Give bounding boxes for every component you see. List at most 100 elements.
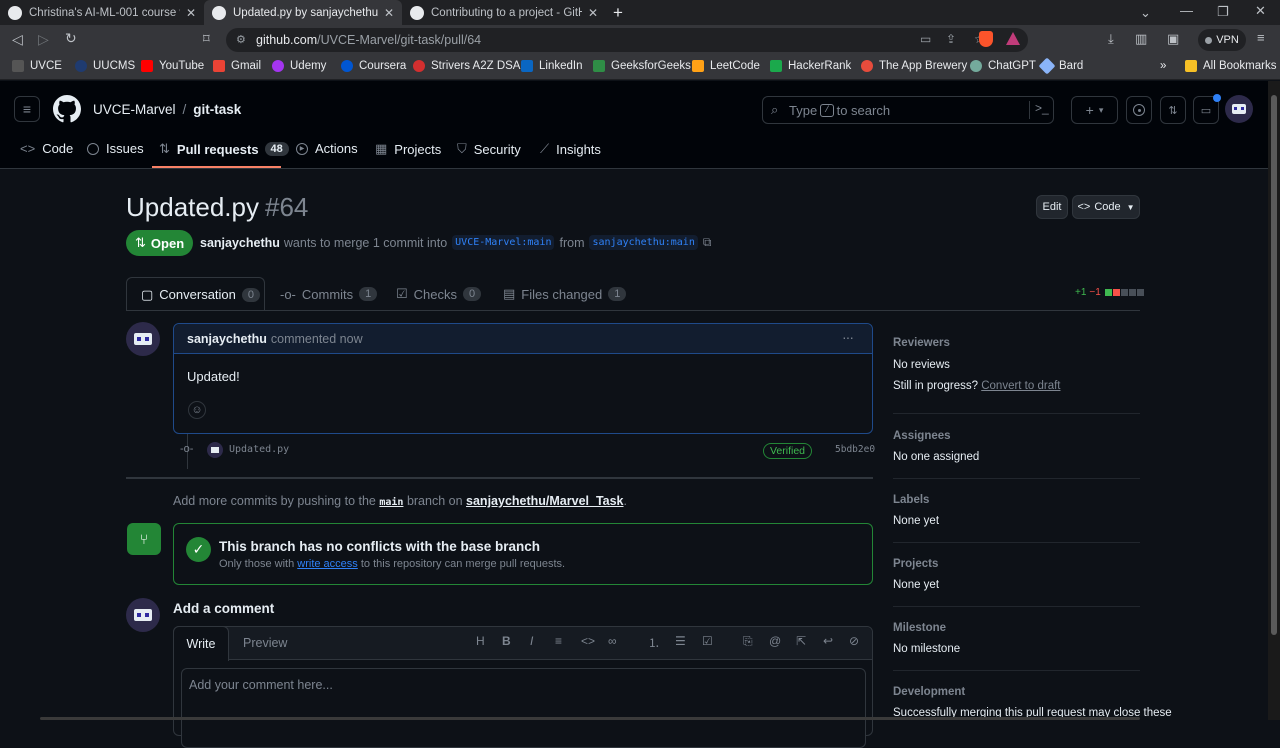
- browser-tab[interactable]: Christina's AI-ML-001 course work. | U ✕: [0, 0, 204, 25]
- menu-button[interactable]: ≡: [14, 96, 40, 122]
- brave-rewards-icon[interactable]: [1006, 32, 1020, 45]
- share-icon[interactable]: ⇪: [946, 32, 956, 46]
- code-icon[interactable]: <>: [581, 634, 595, 648]
- tab-projects[interactable]: ▦ Projects: [375, 141, 441, 157]
- heading-icon[interactable]: H: [476, 634, 485, 648]
- bookmark-youtube[interactable]: YouTube: [141, 60, 204, 72]
- wallet-icon[interactable]: ▣: [1167, 31, 1179, 47]
- tab-commits[interactable]: -o- Commits 1: [266, 277, 391, 311]
- owner-link[interactable]: UVCE-Marvel: [93, 102, 176, 117]
- page-scrollbar[interactable]: [1268, 81, 1280, 720]
- forward-icon[interactable]: ▷: [38, 31, 49, 48]
- issues-button[interactable]: [1126, 96, 1152, 124]
- tab-issues[interactable]: Issues: [87, 141, 144, 156]
- back-icon[interactable]: ◁: [12, 31, 23, 48]
- pull-requests-button[interactable]: ⇅: [1160, 96, 1186, 124]
- menu-icon[interactable]: ≡: [1257, 30, 1265, 45]
- all-bookmarks-button[interactable]: All Bookmarks: [1185, 60, 1277, 72]
- scrollbar-thumb[interactable]: [1271, 95, 1277, 635]
- ordered-list-icon[interactable]: ⒈: [648, 634, 660, 651]
- bookmark-uucms[interactable]: UUCMS: [75, 60, 135, 72]
- close-tab-icon[interactable]: ✕: [588, 6, 598, 20]
- sidebar-icon[interactable]: ▥: [1135, 31, 1147, 47]
- address-bar[interactable]: ⚙ github.com/UVCE-Marvel/git-task/pull/6…: [226, 28, 1028, 52]
- link-icon[interactable]: ∞: [608, 634, 617, 648]
- kebab-menu-icon[interactable]: ···: [842, 329, 854, 345]
- attach-icon[interactable]: ⎘: [743, 634, 753, 649]
- unordered-list-icon[interactable]: ☰: [675, 634, 686, 648]
- base-branch[interactable]: UVCE-Marvel:main: [452, 235, 555, 250]
- reference-icon[interactable]: ⇱: [796, 634, 806, 648]
- bookmark-coursera[interactable]: Coursera: [341, 60, 406, 72]
- tab-security[interactable]: ⛉ Security: [457, 141, 521, 157]
- command-palette-icon[interactable]: >_: [1029, 101, 1049, 119]
- tab-insights[interactable]: ⟋ Insights: [540, 141, 601, 157]
- italic-icon[interactable]: I: [530, 634, 533, 648]
- bookmark-leetcode[interactable]: LeetCode: [692, 60, 760, 72]
- close-tab-icon[interactable]: ✕: [384, 6, 394, 20]
- comment-textarea[interactable]: Add your comment here...: [181, 668, 866, 748]
- bookmark-gmail[interactable]: Gmail: [213, 60, 261, 72]
- tab-write[interactable]: Write: [173, 626, 229, 661]
- search-input[interactable]: ⌕ Type / to search >_: [762, 96, 1054, 124]
- tab-pull-requests[interactable]: ⇅ Pull requests 48: [159, 141, 289, 157]
- browser-tab-active[interactable]: Updated.py by sanjaychethu · Pu ✕: [204, 0, 402, 25]
- comment-timestamp[interactable]: commented now: [271, 332, 363, 346]
- convert-to-draft-link[interactable]: Convert to draft: [981, 380, 1060, 392]
- browser-tab[interactable]: Contributing to a project - GitHub Do ✕: [402, 0, 606, 25]
- mention-icon[interactable]: @: [769, 634, 781, 648]
- bookmark-chatgpt[interactable]: ChatGPT: [970, 60, 1036, 72]
- bookmark-uvce[interactable]: UVCE: [12, 60, 62, 72]
- repo-link[interactable]: git-task: [193, 102, 241, 117]
- close-window-icon[interactable]: ✕: [1255, 3, 1266, 19]
- branch-link[interactable]: main: [379, 497, 403, 508]
- comment-author[interactable]: sanjaychethu: [187, 332, 267, 346]
- cast-icon[interactable]: ▭: [920, 32, 931, 46]
- tab-checks[interactable]: ☑ Checks 0: [382, 277, 495, 311]
- task-list-icon[interactable]: ☑: [702, 634, 713, 648]
- close-tab-icon[interactable]: ✕: [186, 6, 196, 20]
- reply-icon[interactable]: ↩: [823, 634, 833, 648]
- write-access-link[interactable]: write access: [297, 558, 358, 570]
- bookmark-icon[interactable]: ⌑: [203, 31, 210, 47]
- bookmark-geeksforgeeks[interactable]: GeeksforGeeks: [593, 60, 691, 72]
- tab-files-changed[interactable]: ▤ Files changed 1: [489, 277, 640, 311]
- bookmark-udemy[interactable]: Udemy: [272, 60, 326, 72]
- avatar[interactable]: [126, 598, 160, 632]
- author-link[interactable]: sanjaychethu: [200, 236, 280, 250]
- new-tab-icon[interactable]: +: [613, 3, 623, 23]
- commit-sha[interactable]: 5bdb2e0: [835, 444, 875, 455]
- site-info-icon[interactable]: ⚙: [236, 33, 246, 46]
- sidebar-heading-reviewers[interactable]: Reviewers: [893, 337, 950, 349]
- commit-author-avatar[interactable]: [207, 442, 223, 458]
- tab-preview[interactable]: Preview: [243, 636, 287, 650]
- reload-icon[interactable]: ↻: [65, 30, 77, 47]
- download-icon[interactable]: ⤓: [1108, 31, 1114, 47]
- bookmarks-overflow-button[interactable]: »: [1160, 60, 1166, 72]
- minimize-icon[interactable]: —: [1180, 3, 1193, 18]
- sidebar-heading-labels[interactable]: Labels: [893, 494, 929, 506]
- edit-button[interactable]: Edit: [1036, 195, 1068, 219]
- bookmark-hackerrank[interactable]: HackerRank: [770, 60, 851, 72]
- vpn-button[interactable]: VPN: [1198, 29, 1246, 51]
- maximize-icon[interactable]: ❐: [1217, 4, 1229, 20]
- avatar[interactable]: [126, 322, 160, 356]
- verified-badge[interactable]: Verified: [763, 443, 813, 459]
- inbox-button[interactable]: ▭: [1193, 94, 1221, 124]
- repo-link[interactable]: sanjaychethu/Marvel_Task: [466, 494, 623, 508]
- quote-icon[interactable]: ≡: [555, 634, 562, 648]
- code-dropdown-button[interactable]: <> Code ▼: [1072, 195, 1140, 219]
- commit-message[interactable]: Updated.py: [229, 444, 289, 455]
- tab-conversation[interactable]: ▢ Conversation 0: [126, 277, 265, 311]
- sidebar-heading-development[interactable]: Development: [893, 686, 965, 698]
- slash-command-icon[interactable]: ⊘: [849, 634, 859, 648]
- copy-icon[interactable]: ⧉: [703, 235, 712, 250]
- head-branch[interactable]: sanjaychethu:main: [589, 235, 698, 250]
- bookmark-strivers[interactable]: Strivers A2Z DSA: [413, 60, 520, 72]
- sidebar-heading-projects[interactable]: Projects: [893, 558, 938, 570]
- tab-code[interactable]: <> Code: [20, 141, 73, 156]
- bookmark-app-brewery[interactable]: The App Brewery: [861, 60, 967, 72]
- sidebar-heading-assignees[interactable]: Assignees: [893, 430, 951, 442]
- tab-search-icon[interactable]: ⌄: [1140, 5, 1151, 21]
- bookmark-linkedin[interactable]: LinkedIn: [521, 60, 582, 72]
